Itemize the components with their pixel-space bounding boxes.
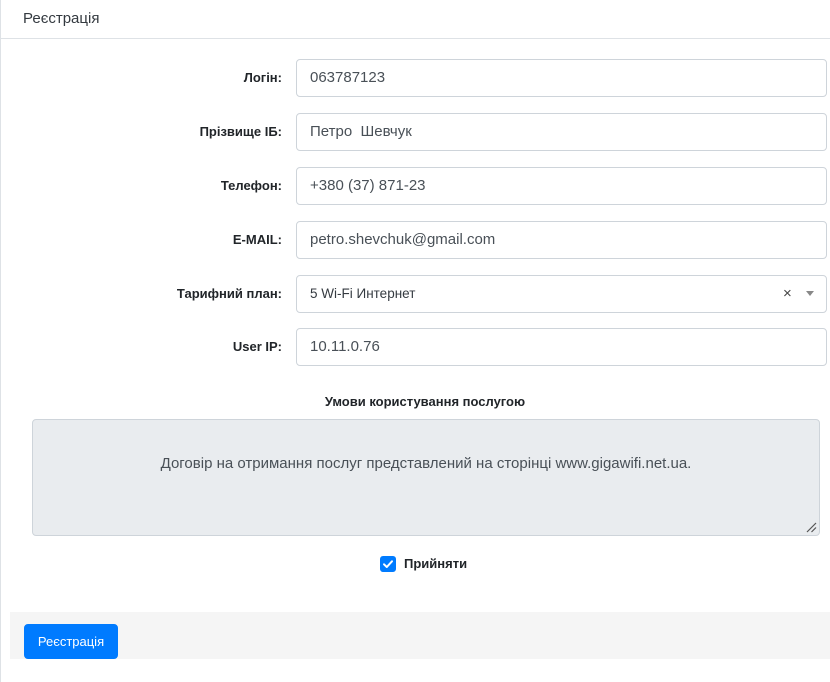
ip-row: User IP: 10.11.0.76: [1, 328, 830, 366]
terms-textarea[interactable]: Договір на отримання послуг представлени…: [32, 419, 820, 536]
phone-row: Телефон: +380 (37) 871-23: [1, 167, 830, 205]
email-input[interactable]: petro.shevchuk@gmail.com: [296, 221, 827, 259]
phone-input[interactable]: +380 (37) 871-23: [296, 167, 827, 205]
name-label: Прізвище ІБ:: [199, 124, 282, 139]
email-row: E-MAIL: petro.shevchuk@gmail.com: [1, 221, 830, 259]
check-icon: [383, 560, 393, 568]
register-button[interactable]: Реєстрація: [24, 624, 118, 659]
registration-card: Реєстрація Логін: 063787123 Прізвище ІБ:…: [0, 0, 830, 682]
tariff-select[interactable]: 5 Wi-Fi Интернет ×: [296, 275, 827, 313]
accept-label[interactable]: Прийняти: [404, 555, 467, 573]
page-title: Реєстрація: [23, 10, 100, 27]
login-label: Логін:: [243, 70, 282, 85]
accept-checkbox[interactable]: [380, 556, 396, 572]
ip-input[interactable]: 10.11.0.76: [296, 328, 827, 366]
login-input[interactable]: 063787123: [296, 59, 827, 97]
name-row: Прізвище ІБ: Петро Шевчук: [1, 113, 830, 151]
login-row: Логін: 063787123: [1, 59, 830, 97]
card-header: Реєстрація: [1, 0, 830, 39]
card-footer: Реєстрація: [10, 612, 830, 659]
name-input[interactable]: Петро Шевчук: [296, 113, 827, 151]
tariff-row: Тарифний план: 5 Wi-Fi Интернет ×: [1, 275, 830, 313]
clear-icon[interactable]: ×: [783, 276, 792, 312]
phone-label: Телефон:: [220, 178, 282, 193]
tariff-label: Тарифний план:: [176, 286, 282, 301]
resize-handle-icon[interactable]: [805, 521, 817, 533]
terms-text: Договір на отримання послуг представлени…: [160, 455, 692, 472]
tariff-selected-value: 5 Wi-Fi Интернет: [310, 286, 416, 301]
email-label: E-MAIL:: [232, 232, 282, 247]
ip-label: User IP:: [232, 339, 282, 354]
chevron-down-icon[interactable]: [806, 291, 814, 296]
terms-title: Умови користування послугою: [324, 394, 526, 409]
